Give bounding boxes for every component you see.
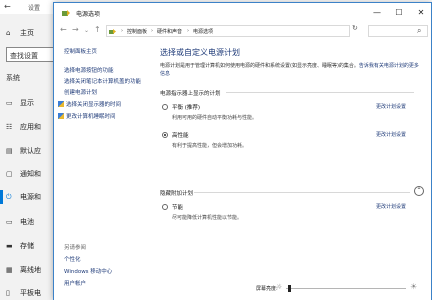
change-plan-settings-balanced[interactable]: 更改计划设置 (376, 103, 406, 110)
power-options-window: 电源选项 — ☐ ✕ ← → ⌄ ↑ › 控制面板 › 硬件和声音 › 电源选项… (53, 2, 432, 300)
brightness-low-icon: ☼ (276, 283, 283, 291)
brightness-high-icon: ☀ (410, 282, 418, 291)
breadcrumb-hardware-sound[interactable]: 硬件和声音 (157, 28, 182, 35)
forward-arrow-icon[interactable]: → (72, 25, 79, 34)
brightness-slider-track[interactable] (286, 288, 406, 289)
history-chevron-icon[interactable]: ⌄ (84, 27, 89, 34)
plan-radio-balanced[interactable] (162, 104, 168, 110)
nav-item-notifications[interactable]: ▢ 通知和 (6, 169, 41, 179)
home-icon: ⌂ (6, 29, 11, 37)
battery-icon: ▭ (6, 218, 13, 226)
up-arrow-icon[interactable]: ↑ (94, 25, 101, 34)
change-plan-settings-high-performance[interactable]: 更改计划设置 (376, 131, 406, 138)
address-bar[interactable]: › 控制面板 › 硬件和声音 › 电源选项 (106, 25, 350, 37)
breadcrumb-separator: › (151, 28, 153, 34)
maximize-button[interactable]: ☐ (392, 8, 406, 17)
plan-name-power-saver[interactable]: 节能 (172, 203, 183, 211)
storage-icon: ▬ (6, 242, 13, 250)
plan-name-balanced[interactable]: 平衡 (推荐) (172, 103, 200, 111)
minimize-button[interactable]: — (370, 8, 384, 17)
brightness-slider-thumb[interactable] (288, 285, 292, 292)
left-task-pane: 控制面板主页 选择电源按钮的功能 选择关闭笔记本计算机盖的功能 创建电源计划 选… (54, 39, 150, 300)
nav-active-indicator (0, 190, 3, 204)
back-arrow-icon[interactable]: ← (4, 2, 11, 11)
control-panel-icon (109, 29, 116, 34)
close-button[interactable]: ✕ (414, 8, 428, 17)
group-divider (194, 192, 410, 193)
window-titlebar: 电源选项 — ☐ ✕ (54, 3, 431, 24)
breadcrumb-separator: › (187, 28, 189, 34)
power-options-icon (62, 10, 70, 16)
window-title: 电源选项 (76, 11, 101, 18)
default-apps-icon: ▤ (6, 147, 13, 155)
back-arrow-icon[interactable]: ← (60, 25, 67, 34)
main-content: 选择或自定义电源计划 电源计划是用于管理计算机如何使用电源的硬件和系统设置(如显… (150, 39, 431, 279)
task-link-create-plan[interactable]: 创建电源计划 (64, 88, 97, 96)
shield-icon (58, 113, 64, 119)
see-also-personalization[interactable]: 个性化 (64, 255, 81, 263)
nav-item-offline-maps[interactable]: ▦ 离线地 (6, 265, 41, 275)
task-link-power-button[interactable]: 选择电源按钮的功能 (64, 66, 114, 74)
plan-radio-high-performance[interactable] (162, 132, 168, 138)
monitor-icon: ▭ (6, 99, 13, 107)
breadcrumb-separator: › (121, 28, 123, 34)
power-icon: ⏻ (6, 193, 12, 201)
control-panel-home-link[interactable]: 控制面板主页 (64, 47, 97, 55)
settings-home[interactable]: ⌂ 主页 (6, 28, 34, 38)
plan-desc-power-saver: 尽可能降低计算机性能以节能。 (172, 215, 243, 221)
group-header-shown-plans: 电源指示器上显示的计划 (160, 91, 221, 97)
address-bar-row: ← → ⌄ ↑ › 控制面板 › 硬件和声音 › 电源选项 ↻ ⌕ (54, 24, 431, 38)
page-title: 选择或自定义电源计划 (160, 48, 240, 57)
settings-title: 设置 (28, 5, 41, 12)
task-link-sleep-time[interactable]: 更改计算机睡眠时间 (58, 112, 116, 120)
nav-item-storage[interactable]: ▬ 存储 (6, 241, 34, 251)
nav-item-apps[interactable]: ☷ 应用和 (6, 122, 41, 132)
refresh-icon[interactable]: ↻ (352, 24, 358, 32)
plan-radio-power-saver[interactable] (162, 204, 168, 210)
offline-maps-icon: ▦ (6, 266, 13, 274)
nav-item-default-apps[interactable]: ▤ 默认应 (6, 146, 41, 156)
nav-item-display[interactable]: ▭ 显示 (6, 98, 34, 108)
apps-icon: ☷ (6, 123, 13, 131)
nav-item-tablet[interactable]: ▯ 平板电 (6, 288, 41, 298)
nav-item-power[interactable]: ⏻ 电源和 (6, 192, 41, 202)
search-icon: ⌕ (417, 26, 422, 35)
nav-item-battery[interactable]: ▭ 电池 (6, 217, 34, 227)
breadcrumb-power-options[interactable]: 电源选项 (193, 28, 213, 35)
task-link-display-off[interactable]: 选择关闭显示器的时间 (58, 100, 121, 108)
see-also-user-accounts[interactable]: 用户帐户 (64, 279, 86, 287)
group-header-hidden-plans: 隐藏附加计划 (160, 191, 194, 197)
tablet-icon: ▯ (6, 289, 10, 297)
see-also-heading: 另请参阅 (64, 245, 87, 251)
collapse-chevron-icon[interactable]: ⌃ (414, 186, 424, 196)
page-description: 电源计划是用于管理计算机如何使用电源的硬件和系统设置(如显示亮度、睡眠等)的集合… (160, 63, 419, 77)
group-divider (226, 92, 414, 93)
change-plan-settings-power-saver[interactable]: 更改计划设置 (376, 203, 406, 210)
plan-desc-balanced: 利用可用的硬件自动平衡功耗与性能。 (172, 115, 258, 121)
plan-desc-high-performance: 有利于提高性能，但会增加功耗。 (172, 143, 248, 149)
plan-name-high-performance[interactable]: 高性能 (172, 131, 189, 139)
settings-section-system: 系统 (6, 74, 20, 82)
notifications-icon: ▢ (6, 170, 13, 178)
task-link-lid-close[interactable]: 选择关闭笔记本计算机盖的功能 (64, 77, 141, 85)
see-also-mobility-center[interactable]: Windows 移动中心 (64, 267, 112, 275)
shield-icon (58, 101, 64, 107)
brightness-bar: 屏幕亮度: ☼ ☀ (150, 279, 431, 300)
search-control-panel-input[interactable]: ⌕ (368, 25, 428, 37)
breadcrumb-control-panel[interactable]: 控制面板 (127, 28, 147, 35)
brightness-label: 屏幕亮度: (256, 286, 278, 292)
